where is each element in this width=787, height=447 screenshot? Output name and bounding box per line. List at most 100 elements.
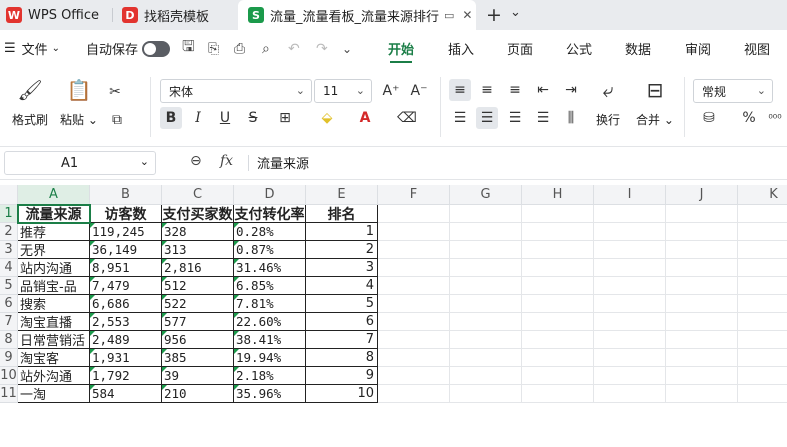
- clear-format-icon[interactable]: ⌫: [396, 107, 418, 129]
- table-cell[interactable]: 3: [306, 259, 378, 277]
- save-icon[interactable]: 🖫: [182, 30, 195, 67]
- number-format-select[interactable]: 常规 ⌄: [693, 79, 773, 103]
- percent-button[interactable]: %: [738, 107, 760, 129]
- grid-cell[interactable]: [738, 295, 787, 313]
- table-header-cell[interactable]: 排名: [306, 205, 378, 223]
- grid-cell[interactable]: [594, 295, 666, 313]
- grid-cell[interactable]: [594, 367, 666, 385]
- name-box[interactable]: A1 ⌄: [4, 151, 156, 175]
- grid-cell[interactable]: [522, 295, 594, 313]
- print-preview-icon[interactable]: ⌕: [262, 30, 270, 67]
- paste-button[interactable]: 📋 粘贴 ⌄: [60, 77, 98, 128]
- table-row-label[interactable]: 搜索: [18, 295, 90, 313]
- grid-cell[interactable]: [738, 385, 787, 403]
- table-cell[interactable]: 385: [162, 349, 234, 367]
- grid-cell[interactable]: [378, 277, 450, 295]
- table-cell[interactable]: 1,931: [90, 349, 162, 367]
- column-header-e[interactable]: E: [306, 185, 378, 205]
- grid-cell[interactable]: [594, 349, 666, 367]
- grid-cell[interactable]: [378, 259, 450, 277]
- undo-icon[interactable]: ↶: [288, 30, 300, 67]
- toggle-switch[interactable]: [142, 40, 171, 57]
- underline-button[interactable]: U: [214, 107, 236, 129]
- grid-cell[interactable]: [738, 205, 787, 223]
- row-header-8[interactable]: 8: [0, 331, 18, 349]
- table-row-label[interactable]: 品销宝-品: [18, 277, 90, 295]
- grid-cell[interactable]: [378, 205, 450, 223]
- menu-tab-home[interactable]: 开始: [388, 30, 414, 67]
- column-header-d[interactable]: D: [234, 185, 306, 205]
- grid-cell[interactable]: [738, 349, 787, 367]
- menu-tab-formula[interactable]: 公式: [566, 30, 592, 67]
- table-cell[interactable]: 39: [162, 367, 234, 385]
- grid-cell[interactable]: [738, 241, 787, 259]
- grid-cell[interactable]: [666, 367, 738, 385]
- table-cell[interactable]: 2.18%: [234, 367, 306, 385]
- table-header-cell[interactable]: 支付买家数: [162, 205, 234, 223]
- font-color-icon[interactable]: A: [354, 107, 376, 129]
- grid-cell[interactable]: [378, 349, 450, 367]
- cut-icon[interactable]: ✂: [104, 81, 126, 103]
- grid-cell[interactable]: [378, 385, 450, 403]
- tab-list-chevron-icon[interactable]: ⌄: [510, 5, 521, 20]
- font-size-select[interactable]: 11 ⌄: [314, 79, 372, 103]
- select-all-corner[interactable]: [0, 185, 18, 205]
- table-cell[interactable]: 313: [162, 241, 234, 259]
- grid-cell[interactable]: [450, 259, 522, 277]
- table-cell[interactable]: 1,792: [90, 367, 162, 385]
- more-chevron-icon[interactable]: ⌄: [342, 30, 352, 67]
- grid-cell[interactable]: [666, 385, 738, 403]
- table-row-label[interactable]: 淘宝直播: [18, 313, 90, 331]
- table-cell[interactable]: 4: [306, 277, 378, 295]
- grid-cell[interactable]: [594, 223, 666, 241]
- thousands-icon[interactable]: ⁰⁰⁰: [764, 107, 786, 129]
- table-cell[interactable]: 9: [306, 367, 378, 385]
- table-cell[interactable]: 2,553: [90, 313, 162, 331]
- row-header-4[interactable]: 4: [0, 259, 18, 277]
- table-cell[interactable]: 7: [306, 331, 378, 349]
- grid-cell[interactable]: [450, 367, 522, 385]
- grid-cell[interactable]: [738, 331, 787, 349]
- new-tab-button[interactable]: +: [486, 4, 502, 26]
- grid-cell[interactable]: [450, 223, 522, 241]
- row-header-6[interactable]: 6: [0, 295, 18, 313]
- grid-cell[interactable]: [738, 223, 787, 241]
- strikethrough-button[interactable]: S: [242, 107, 264, 129]
- justify-icon[interactable]: ☰: [532, 107, 554, 129]
- table-row-label[interactable]: 无界: [18, 241, 90, 259]
- align-top-icon[interactable]: ≡: [449, 79, 471, 101]
- font-grow-icon[interactable]: A⁺: [380, 80, 402, 102]
- column-header-a[interactable]: A: [18, 185, 90, 205]
- table-cell[interactable]: 328: [162, 223, 234, 241]
- grid-cell[interactable]: [522, 385, 594, 403]
- grid-cell[interactable]: [594, 313, 666, 331]
- grid-cell[interactable]: [450, 277, 522, 295]
- grid-cell[interactable]: [522, 349, 594, 367]
- bold-button[interactable]: B: [160, 107, 182, 129]
- indent-increase-icon[interactable]: ⇥: [560, 79, 582, 101]
- column-header-b[interactable]: B: [90, 185, 162, 205]
- tab-wps-office[interactable]: W WPS Office: [0, 0, 108, 30]
- tab-docer[interactable]: D 找稻壳模板: [116, 0, 234, 30]
- table-cell[interactable]: 31.46%: [234, 259, 306, 277]
- grid-cell[interactable]: [594, 259, 666, 277]
- grid-cell[interactable]: [594, 205, 666, 223]
- align-right-icon[interactable]: ☰: [504, 107, 526, 129]
- grid-cell[interactable]: [522, 205, 594, 223]
- row-header-9[interactable]: 9: [0, 349, 18, 367]
- grid-cell[interactable]: [378, 367, 450, 385]
- grid-cell[interactable]: [522, 331, 594, 349]
- grid-cell[interactable]: [450, 313, 522, 331]
- wrap-text-button[interactable]: ⤶ 换行: [596, 77, 620, 128]
- export-pdf-icon[interactable]: ⎘: [208, 30, 219, 67]
- table-cell[interactable]: 6.85%: [234, 277, 306, 295]
- menu-tab-page[interactable]: 页面: [507, 30, 533, 67]
- column-header-i[interactable]: I: [594, 185, 666, 205]
- font-shrink-icon[interactable]: A⁻: [408, 80, 430, 102]
- table-cell[interactable]: 5: [306, 295, 378, 313]
- table-cell[interactable]: 1: [306, 223, 378, 241]
- grid-cell[interactable]: [378, 223, 450, 241]
- table-header-cell[interactable]: 支付转化率: [234, 205, 306, 223]
- column-header-c[interactable]: C: [162, 185, 234, 205]
- close-icon[interactable]: ✕: [462, 8, 472, 22]
